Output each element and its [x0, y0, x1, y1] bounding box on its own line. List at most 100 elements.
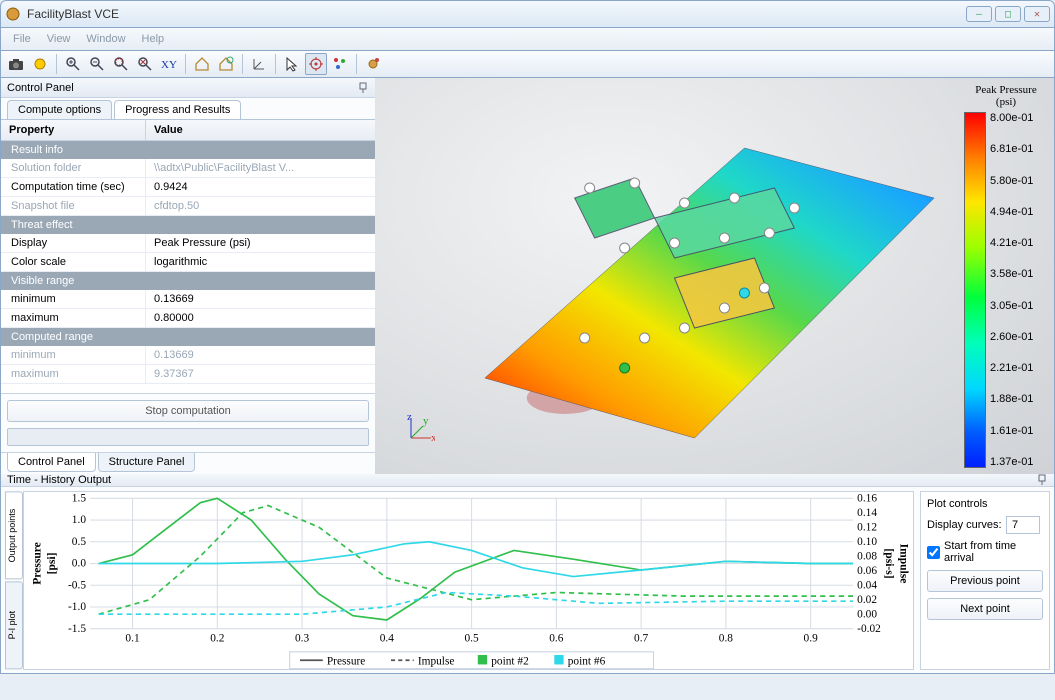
- svg-text:[psi-s]: [psi-s]: [883, 548, 895, 578]
- display-curves-label: Display curves:: [927, 519, 1002, 531]
- axis-triad-icon: x z y: [405, 414, 435, 444]
- row-visible-max[interactable]: maximum0.80000: [1, 309, 375, 328]
- svg-text:0.08: 0.08: [857, 550, 877, 562]
- tab-compute-options[interactable]: Compute options: [7, 100, 112, 119]
- close-button[interactable]: ✕: [1024, 6, 1050, 22]
- maximize-button[interactable]: □: [995, 6, 1021, 22]
- pin-icon[interactable]: [1036, 474, 1048, 486]
- panel-tabs: Compute options Progress and Results: [1, 98, 375, 120]
- svg-text:0.04: 0.04: [857, 579, 877, 591]
- menubar: File View Window Help: [0, 28, 1055, 50]
- colorbar-title: Peak Pressure (psi): [964, 84, 1048, 108]
- row-color-scale[interactable]: Color scalelogarithmic: [1, 253, 375, 272]
- colorbar-ticks: 8.00e-01 6.81e-01 5.80e-01 4.94e-01 4.21…: [986, 112, 1048, 468]
- probe-icon[interactable]: [305, 53, 327, 75]
- toolbar: XY: [0, 50, 1055, 78]
- menu-file[interactable]: File: [5, 30, 39, 48]
- svg-text:0.8: 0.8: [719, 632, 733, 644]
- svg-text:Impulse: Impulse: [898, 544, 910, 584]
- svg-text:0.5: 0.5: [464, 632, 478, 644]
- svg-text:y: y: [423, 415, 429, 427]
- row-snapshot-file: Snapshot filecfdtop.50: [1, 197, 375, 216]
- svg-text:Impulse: Impulse: [418, 655, 455, 667]
- svg-text:0.4: 0.4: [380, 632, 394, 644]
- row-computation-time: Computation time (sec)0.9424: [1, 178, 375, 197]
- zoom-in-icon[interactable]: [62, 53, 84, 75]
- row-solution-folder: Solution folder\\adtx\Public\FacilityBla…: [1, 159, 375, 178]
- colorbar: Peak Pressure (psi) 8.00e-01 6.81e-01 5.…: [964, 84, 1048, 468]
- row-visible-min[interactable]: minimum0.13669: [1, 290, 375, 309]
- model-surface: [375, 78, 1054, 474]
- display-curves-input[interactable]: [1006, 516, 1040, 534]
- svg-text:0.1: 0.1: [125, 632, 139, 644]
- svg-text:0.6: 0.6: [549, 632, 563, 644]
- svg-text:0.12: 0.12: [857, 521, 877, 533]
- control-panel: Control Panel Compute options Progress a…: [1, 78, 375, 474]
- sidetab-pi-plot[interactable]: P-I plot: [5, 581, 23, 669]
- menu-window[interactable]: Window: [78, 30, 133, 48]
- section-computed-range: Computed range: [1, 328, 375, 346]
- svg-text:0.06: 0.06: [857, 565, 877, 577]
- minimize-button[interactable]: —: [966, 6, 992, 22]
- svg-text:point #6: point #6: [568, 655, 606, 667]
- viewport-3d[interactable]: x z y Peak Pressure (psi) 8.00e-01 6.81e…: [375, 78, 1054, 474]
- svg-text:XY: XY: [161, 59, 177, 71]
- cursor-icon[interactable]: [281, 53, 303, 75]
- time-history-panel: Time - History Output Output points P-I …: [0, 474, 1055, 674]
- tab-control-panel[interactable]: Control Panel: [7, 453, 96, 472]
- control-panel-header: Control Panel: [1, 78, 375, 98]
- menu-view[interactable]: View: [39, 30, 79, 48]
- time-history-header: Time - History Output: [1, 474, 1054, 487]
- svg-text:x: x: [431, 432, 435, 444]
- panel-bottom-tabs: Control Panel Structure Panel: [1, 452, 375, 474]
- previous-point-button[interactable]: Previous point: [927, 570, 1043, 592]
- row-computed-min: minimum0.13669: [1, 346, 375, 365]
- plot-controls-title: Plot controls: [927, 498, 1043, 510]
- next-point-button[interactable]: Next point: [927, 598, 1043, 620]
- sun-icon[interactable]: [29, 53, 51, 75]
- output-side-tabs: Output points P-I plot: [5, 491, 23, 670]
- plot-controls: Plot controls Display curves: Start from…: [920, 491, 1050, 670]
- time-history-chart[interactable]: 0.10.20.30.40.50.60.70.80.9-1.5-1.0-0.50…: [23, 491, 914, 670]
- start-time-arrival-label: Start from time arrival: [944, 540, 1043, 564]
- stop-computation-button[interactable]: Stop computation: [7, 400, 369, 422]
- property-table: PropertyValue Result info Solution folde…: [1, 120, 375, 394]
- pin-icon[interactable]: [357, 82, 369, 94]
- camera-icon[interactable]: [5, 53, 27, 75]
- svg-text:0.14: 0.14: [857, 507, 877, 519]
- zoom-fit-icon[interactable]: [110, 53, 132, 75]
- zoom-out-icon[interactable]: [86, 53, 108, 75]
- control-panel-title: Control Panel: [7, 82, 74, 94]
- svg-text:0.9: 0.9: [804, 632, 818, 644]
- svg-text:-1.5: -1.5: [68, 623, 86, 635]
- home-icon[interactable]: [191, 53, 213, 75]
- svg-text:Pressure: Pressure: [32, 542, 44, 585]
- sidetab-output-points[interactable]: Output points: [5, 491, 23, 579]
- svg-text:-1.0: -1.0: [68, 601, 86, 613]
- menu-help[interactable]: Help: [134, 30, 173, 48]
- progress-bar: [7, 428, 369, 446]
- section-threat-effect: Threat effect: [1, 216, 375, 234]
- points-icon[interactable]: [329, 53, 351, 75]
- svg-text:0.02: 0.02: [857, 594, 877, 606]
- zoom-window-icon[interactable]: [134, 53, 156, 75]
- svg-text:Pressure: Pressure: [327, 655, 365, 667]
- titlebar: FacilityBlast VCE — □ ✕: [0, 0, 1055, 28]
- tab-structure-panel[interactable]: Structure Panel: [98, 453, 196, 472]
- home-reset-icon[interactable]: [215, 53, 237, 75]
- tab-progress-results[interactable]: Progress and Results: [114, 100, 241, 119]
- window-title: FacilityBlast VCE: [27, 7, 963, 21]
- svg-text:1.5: 1.5: [72, 492, 86, 504]
- svg-text:z: z: [407, 414, 412, 423]
- svg-text:0.5: 0.5: [72, 536, 86, 548]
- row-display[interactable]: DisplayPeak Pressure (psi): [1, 234, 375, 253]
- settings-icon[interactable]: [362, 53, 384, 75]
- axis-icon[interactable]: [248, 53, 270, 75]
- svg-text:-0.02: -0.02: [857, 623, 881, 635]
- svg-text:0.2: 0.2: [210, 632, 224, 644]
- svg-text:0.10: 0.10: [857, 536, 877, 548]
- svg-text:-0.5: -0.5: [68, 579, 86, 591]
- start-time-arrival-checkbox[interactable]: [927, 546, 940, 559]
- xy-view-icon[interactable]: XY: [158, 53, 180, 75]
- app-icon: [5, 6, 21, 22]
